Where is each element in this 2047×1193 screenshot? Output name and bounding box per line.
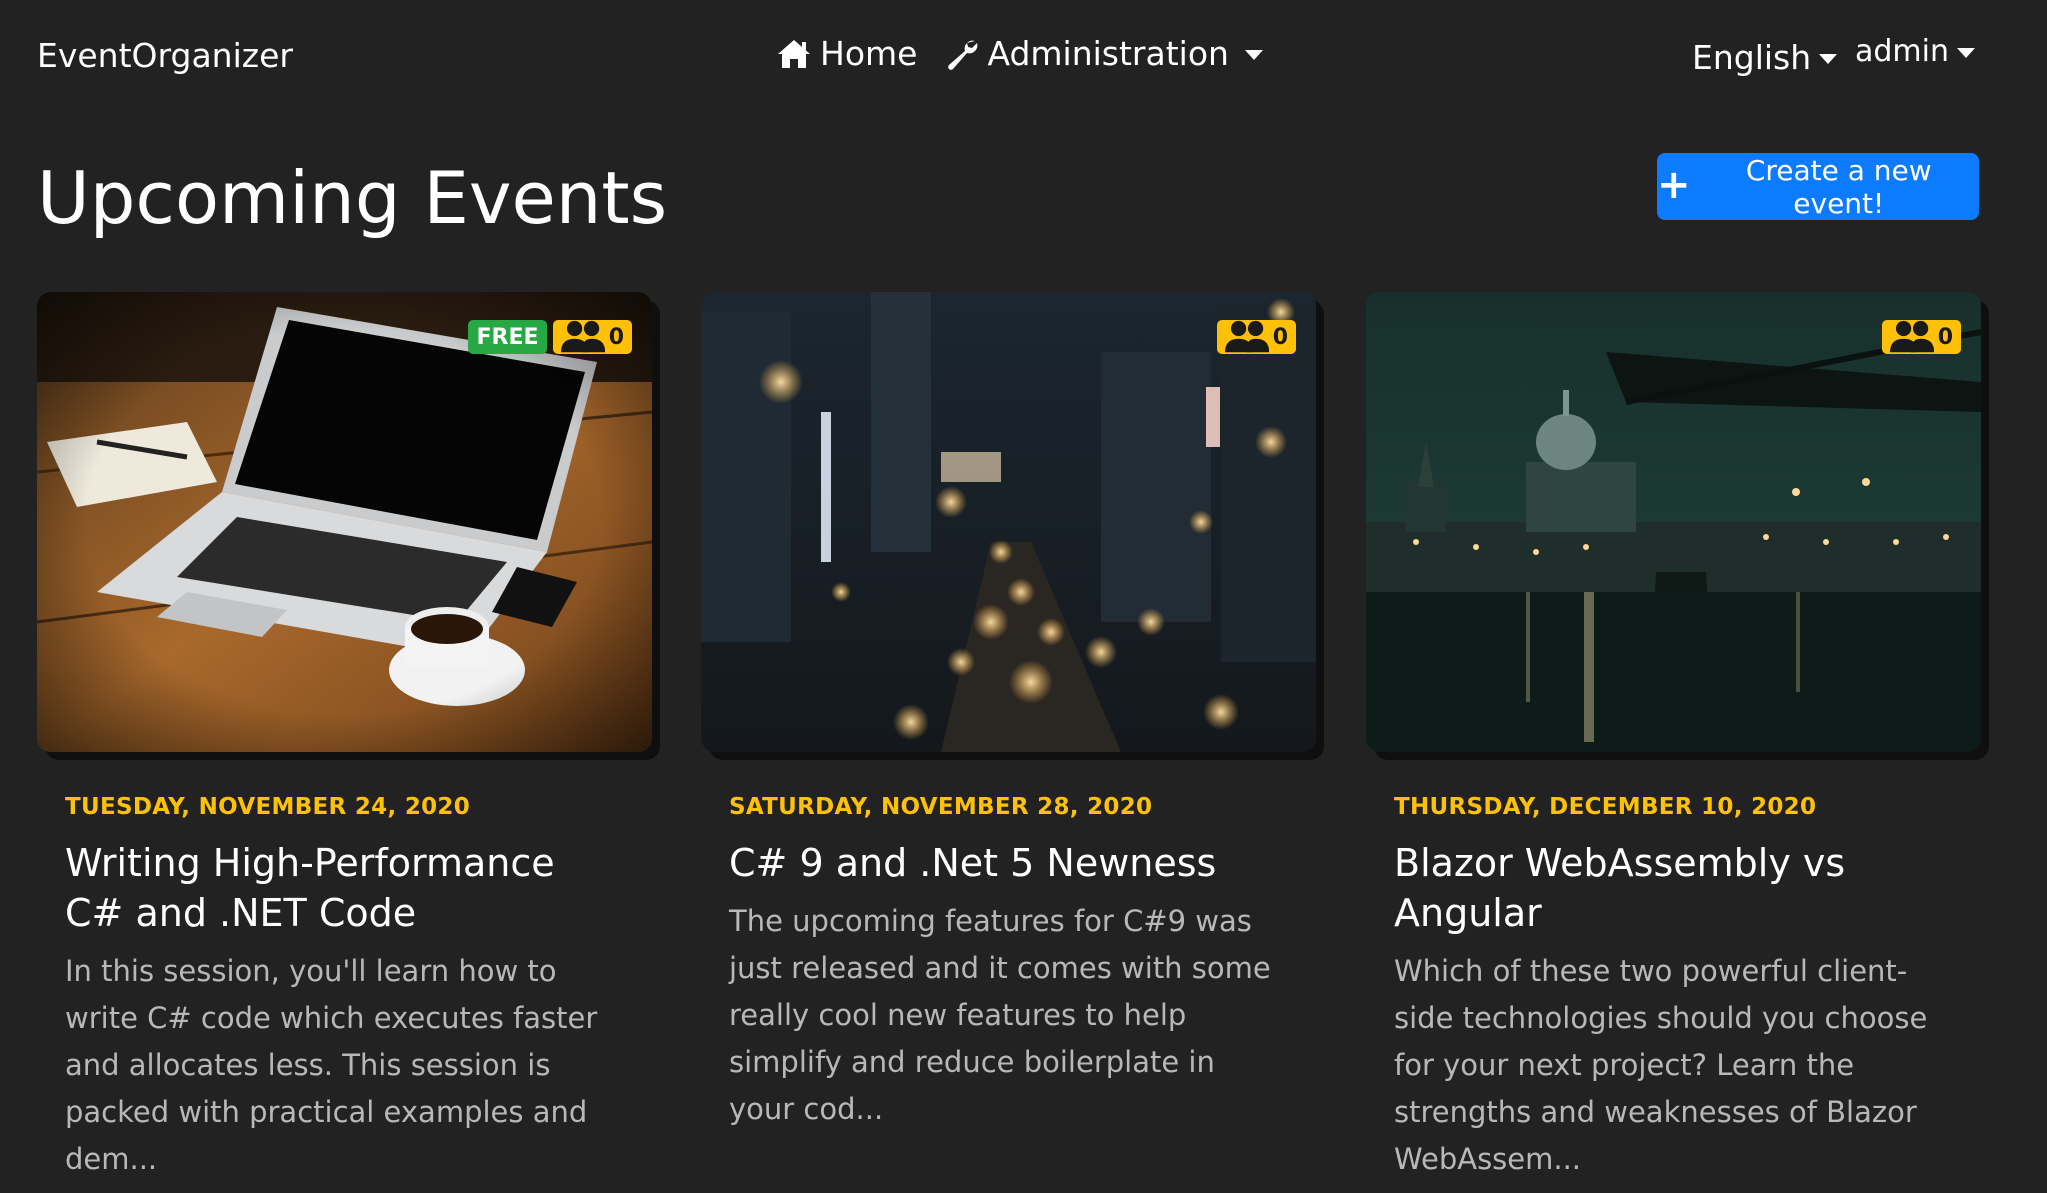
event-title[interactable]: Writing High-Performance C# and .NET Cod… (65, 838, 624, 938)
plus-icon: + (1657, 161, 1691, 208)
attendee-count-badge: 0 (1216, 320, 1296, 354)
event-card-body: TUESDAY, NOVEMBER 24, 2020 Writing High-… (37, 794, 652, 1183)
free-badge: FREE (468, 320, 547, 354)
badge-group: 0 (1216, 320, 1296, 354)
event-description: In this session, you'll learn how to wri… (65, 954, 598, 1176)
navbar: EventOrganizer Home Administration Engli… (0, 0, 2047, 112)
event-title[interactable]: Blazor WebAssembly vs Angular (1394, 838, 1953, 938)
attendee-count-badge: 0 (1881, 320, 1961, 354)
language-dropdown[interactable]: English (1692, 38, 1838, 77)
event-description: The upcoming features for C#9 was just r… (729, 904, 1271, 1126)
users-icon (560, 320, 605, 353)
event-card[interactable]: 0 THURSDAY, DECEMBER 10, 2020 Blazor Web… (1366, 292, 1981, 1183)
attendee-count: 0 (1937, 324, 1953, 350)
badge-group: 0 (1881, 320, 1961, 354)
page-title: Upcoming Events (37, 156, 668, 240)
event-date: THURSDAY, DECEMBER 10, 2020 (1394, 794, 1817, 820)
home-icon (776, 38, 812, 70)
badge-group: FREE 0 (468, 320, 632, 354)
language-label: English (1692, 38, 1812, 77)
users-icon (1224, 320, 1269, 353)
event-image: 0 (1366, 292, 1981, 752)
chevron-down-icon (1819, 53, 1838, 64)
event-date: SATURDAY, NOVEMBER 28, 2020 (729, 794, 1153, 820)
event-card[interactable]: FREE 0 TUESDAY, NOVEMBER 24, 2020 Writin… (37, 292, 652, 1183)
event-image: 0 (701, 292, 1316, 752)
user-dropdown[interactable]: admin (1855, 34, 1975, 69)
chevron-down-icon (1244, 49, 1263, 60)
attendee-count: 0 (1272, 324, 1288, 350)
nav-administration-dropdown[interactable]: Administration (945, 34, 1263, 73)
event-image: FREE 0 (37, 292, 652, 752)
brand-link[interactable]: EventOrganizer (37, 36, 293, 75)
create-event-button[interactable]: + Create a new event! (1657, 153, 1979, 220)
event-description: Which of these two powerful client-side … (1394, 954, 1928, 1176)
nav-administration-label: Administration (987, 34, 1229, 73)
nav-home-link[interactable]: Home (776, 34, 917, 73)
main-nav: Home Administration (776, 34, 1263, 73)
event-title[interactable]: C# 9 and .Net 5 Newness (729, 838, 1288, 888)
users-icon (1889, 320, 1934, 353)
chevron-down-icon (1957, 47, 1975, 58)
wrench-icon (945, 37, 979, 71)
event-date: TUESDAY, NOVEMBER 24, 2020 (65, 794, 471, 820)
event-card-body: SATURDAY, NOVEMBER 28, 2020 C# 9 and .Ne… (701, 794, 1316, 1133)
event-card-body: THURSDAY, DECEMBER 10, 2020 Blazor WebAs… (1366, 794, 1981, 1183)
user-label: admin (1855, 34, 1949, 69)
nav-home-label: Home (820, 34, 918, 73)
attendee-count-badge: 0 (552, 320, 632, 354)
attendee-count: 0 (608, 324, 624, 350)
create-event-label: Create a new event! (1745, 153, 1932, 220)
event-card[interactable]: 0 SATURDAY, NOVEMBER 28, 2020 C# 9 and .… (701, 292, 1316, 1133)
